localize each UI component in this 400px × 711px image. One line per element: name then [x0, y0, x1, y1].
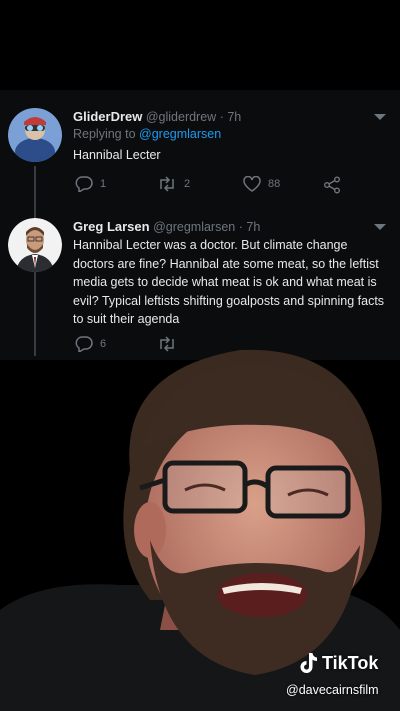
timestamp[interactable]: · 7h	[220, 110, 242, 124]
like-button[interactable]: 88	[243, 176, 280, 192]
tweet-header: GliderDrew @gliderdrew · 7h	[73, 109, 241, 124]
retweet-count: 2	[184, 178, 191, 190]
replying-to: Replying to @gregmlarsen	[73, 127, 221, 141]
author-handle[interactable]: @gregmlarsen	[153, 220, 235, 234]
author-handle[interactable]: @gliderdrew	[146, 110, 216, 124]
reply-count: 1	[100, 178, 107, 190]
tweet-actions: 1 2 88	[75, 176, 375, 196]
chevron-down-icon[interactable]	[374, 114, 386, 120]
reply-button[interactable]: 1	[75, 176, 106, 192]
share-button[interactable]	[323, 176, 341, 194]
tiktok-note-icon	[300, 653, 317, 673]
reply-icon	[75, 176, 93, 192]
tweet-text: Hannibal Lecter was a doctor. But climat…	[73, 238, 385, 326]
avatar[interactable]	[8, 108, 62, 162]
tiktok-username: @davecairnsfilm	[286, 683, 379, 697]
mention-link[interactable]: @gregmlarsen	[139, 127, 221, 141]
tweet-text: Hannibal Lecter	[73, 148, 161, 162]
tweet-thread: GliderDrew @gliderdrew · 7h Replying to …	[0, 90, 400, 360]
chevron-down-icon[interactable]	[374, 224, 386, 230]
replying-prefix: Replying to	[73, 127, 140, 141]
avatar[interactable]	[8, 218, 62, 272]
timestamp[interactable]: · 7h	[239, 220, 261, 234]
tiktok-logo: TikTok	[298, 652, 378, 674]
retweet-icon	[160, 176, 174, 192]
tweet-header: Greg Larsen @gregmlarsen · 7h	[73, 219, 260, 234]
share-icon	[324, 176, 340, 194]
retweet-button[interactable]: 2	[157, 176, 190, 192]
tweet[interactable]: GliderDrew @gliderdrew · 7h Replying to …	[0, 108, 400, 296]
like-count: 88	[268, 178, 281, 190]
tiktok-brand: TikTok	[322, 652, 379, 673]
author-name[interactable]: GliderDrew	[73, 109, 142, 124]
heart-icon	[243, 176, 261, 192]
author-name[interactable]: Greg Larsen	[73, 219, 150, 234]
